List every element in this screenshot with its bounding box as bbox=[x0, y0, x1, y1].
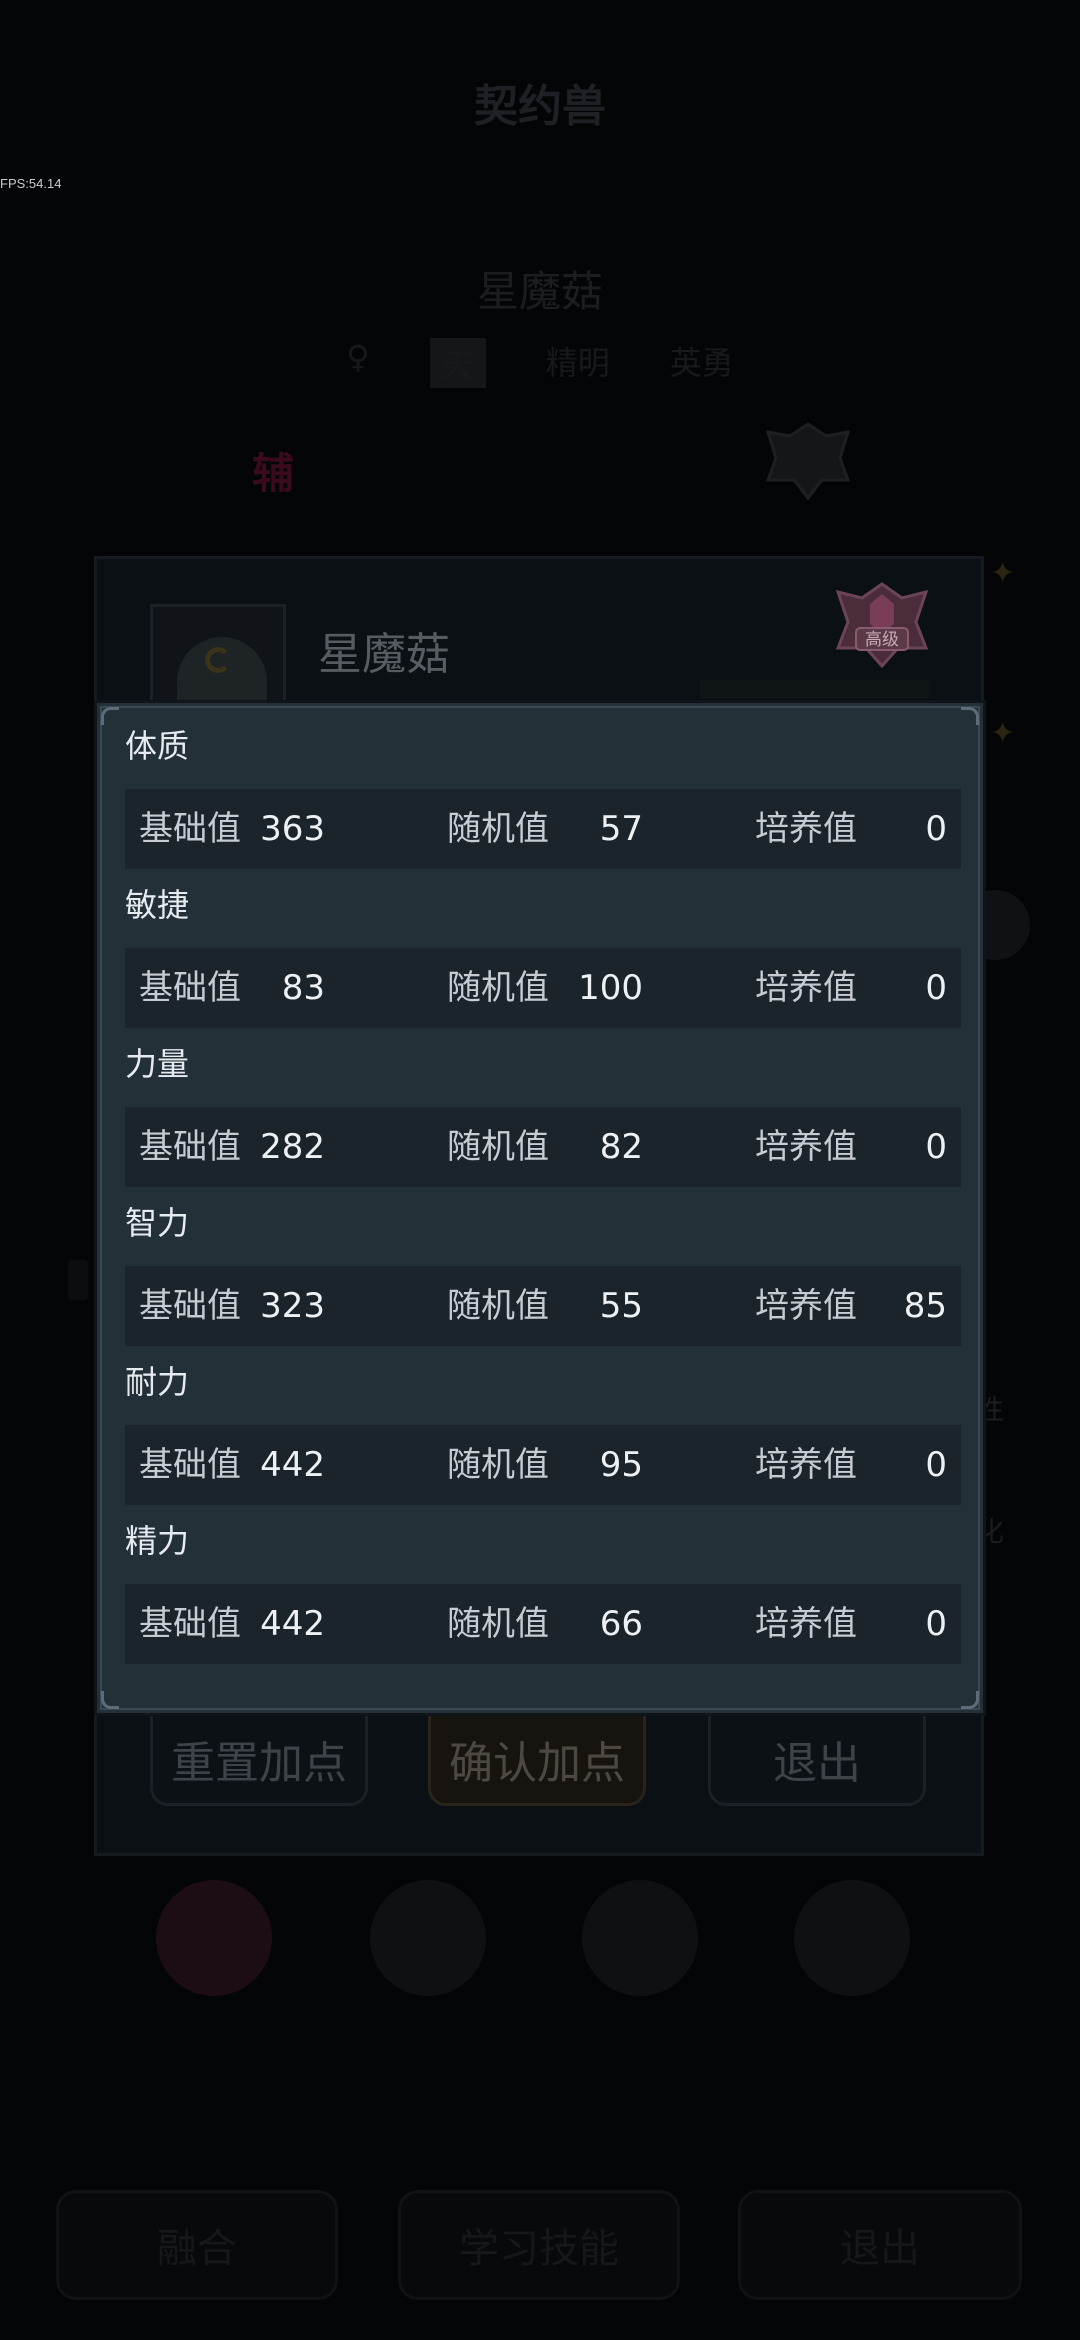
frame-corner bbox=[101, 1691, 119, 1709]
random-value: 66 bbox=[599, 1604, 643, 1644]
panel-exit-button: 退出 bbox=[708, 1712, 926, 1806]
frame-corner bbox=[101, 707, 119, 725]
base-value-label: 基础值 bbox=[139, 1286, 241, 1326]
fuse-button: 融合 bbox=[56, 2190, 338, 2300]
stat-name: 敏捷 bbox=[125, 886, 190, 924]
train-value-label: 培养值 bbox=[755, 1127, 857, 1167]
train-value-label: 培养值 bbox=[755, 1286, 857, 1326]
random-value: 100 bbox=[578, 968, 643, 1008]
base-value: 442 bbox=[260, 1604, 325, 1644]
rank-badge-icon: 高级 bbox=[835, 582, 929, 669]
base-value: 442 bbox=[260, 1445, 325, 1485]
stat-row: 基础值 442 随机值 66 培养值 0 bbox=[125, 1584, 961, 1664]
pet-avatar bbox=[794, 1880, 910, 1996]
svg-text:高级: 高级 bbox=[865, 630, 899, 650]
random-value: 95 bbox=[599, 1445, 643, 1485]
frame-corner bbox=[961, 1691, 979, 1709]
stat-row: 基础值 83 随机值 100 培养值 0 bbox=[125, 948, 961, 1028]
confirm-points-button: 确认加点 bbox=[428, 1712, 646, 1806]
star-icon: ✦ bbox=[990, 716, 1016, 751]
reset-points-button: 重置加点 bbox=[150, 1712, 368, 1806]
train-value: 0 bbox=[925, 1445, 947, 1485]
stat-group: 体质基础值 363 随机值 57 培养值 0 bbox=[125, 723, 961, 869]
random-value-label: 随机值 bbox=[447, 968, 549, 1008]
train-value-label: 培养值 bbox=[755, 809, 857, 849]
stat-group: 敏捷基础值 83 随机值 100 培养值 0 bbox=[125, 882, 961, 1028]
random-value-label: 随机值 bbox=[447, 1286, 549, 1326]
base-value-label: 基础值 bbox=[139, 809, 241, 849]
base-value: 363 bbox=[260, 809, 325, 849]
pet-avatar bbox=[370, 1880, 486, 1996]
tag-grade: 天 bbox=[429, 338, 486, 388]
stat-row: 基础值 323 随机值 55 培养值 85 bbox=[125, 1266, 961, 1346]
learn-skill-button: 学习技能 bbox=[398, 2190, 680, 2300]
stat-name: 力量 bbox=[125, 1045, 190, 1083]
train-value: 0 bbox=[925, 1604, 947, 1644]
stat-row: 基础值 442 随机值 95 培养值 0 bbox=[125, 1425, 961, 1505]
screen-title: 契约兽 bbox=[474, 81, 606, 132]
base-value: 282 bbox=[260, 1127, 325, 1167]
base-value-label: 基础值 bbox=[139, 968, 241, 1008]
train-value-label: 培养值 bbox=[755, 1445, 857, 1485]
train-value-label: 培养值 bbox=[755, 1604, 857, 1644]
random-value: 82 bbox=[599, 1127, 643, 1167]
random-value: 55 bbox=[599, 1286, 643, 1326]
stat-row: 基础值 363 随机值 57 培养值 0 bbox=[125, 789, 961, 869]
pet-list bbox=[150, 1880, 950, 2000]
train-value-label: 培养值 bbox=[755, 968, 857, 1008]
panel-pet-name: 星魔菇 bbox=[318, 629, 450, 680]
bottom-exit-button: 退出 bbox=[738, 2190, 1022, 2300]
rank-badge-icon bbox=[765, 422, 851, 501]
base-value: 323 bbox=[260, 1286, 325, 1326]
random-value-label: 随机值 bbox=[447, 1604, 549, 1644]
role-vertical-label: 辅 bbox=[252, 449, 295, 498]
stat-row: 基础值 282 随机值 82 培养值 0 bbox=[125, 1107, 961, 1187]
random-value: 57 bbox=[599, 809, 643, 849]
random-value-label: 随机值 bbox=[447, 1445, 549, 1485]
stat-group: 力量基础值 282 随机值 82 培养值 0 bbox=[125, 1041, 961, 1187]
attribute-detail-modal[interactable]: 体质 基础值 363 随机值 57 培养值 0 敏捷 基础值 83 随机值 100 培养值 0 力量 基础值 2… bbox=[94, 700, 986, 1716]
tag-trait-2: 英勇 bbox=[669, 344, 734, 382]
stat-name: 智力 bbox=[125, 1204, 190, 1242]
stat-group: 耐力基础值 442 随机值 95 培养值 0 bbox=[125, 1359, 961, 1505]
star-icon: ✦ bbox=[990, 556, 1016, 591]
pet-portrait bbox=[150, 604, 286, 714]
frame-corner bbox=[961, 707, 979, 725]
pet-avatar bbox=[582, 1880, 698, 1996]
stat-group: 智力基础值 323 随机值 55 培养值 85 bbox=[125, 1200, 961, 1346]
random-value-label: 随机值 bbox=[447, 1127, 549, 1167]
base-value-label: 基础值 bbox=[139, 1127, 241, 1167]
base-value: 83 bbox=[281, 968, 325, 1008]
stat-name: 耐力 bbox=[125, 1363, 190, 1401]
fps-counter: FPS:54.14 bbox=[0, 176, 62, 191]
train-value: 85 bbox=[903, 1286, 947, 1326]
train-value: 0 bbox=[925, 1127, 947, 1167]
base-value-label: 基础值 bbox=[139, 1604, 241, 1644]
base-value-label: 基础值 bbox=[139, 1445, 241, 1485]
pet-name-header: 星魔菇 bbox=[476, 267, 603, 316]
female-icon: ♀ bbox=[346, 338, 370, 376]
train-value: 0 bbox=[925, 968, 947, 1008]
pet-avatar bbox=[156, 1880, 272, 1996]
panel-strip bbox=[700, 680, 930, 698]
pet-tags: ♀ 天 精明 英勇 bbox=[0, 338, 1080, 388]
stat-name: 精力 bbox=[125, 1522, 190, 1560]
tag-trait-1: 精明 bbox=[545, 344, 610, 382]
random-value-label: 随机值 bbox=[447, 809, 549, 849]
stat-name: 体质 bbox=[125, 727, 190, 765]
side-handle bbox=[68, 1260, 88, 1300]
train-value: 0 bbox=[925, 809, 947, 849]
stat-group: 精力基础值 442 随机值 66 培养值 0 bbox=[125, 1518, 961, 1664]
